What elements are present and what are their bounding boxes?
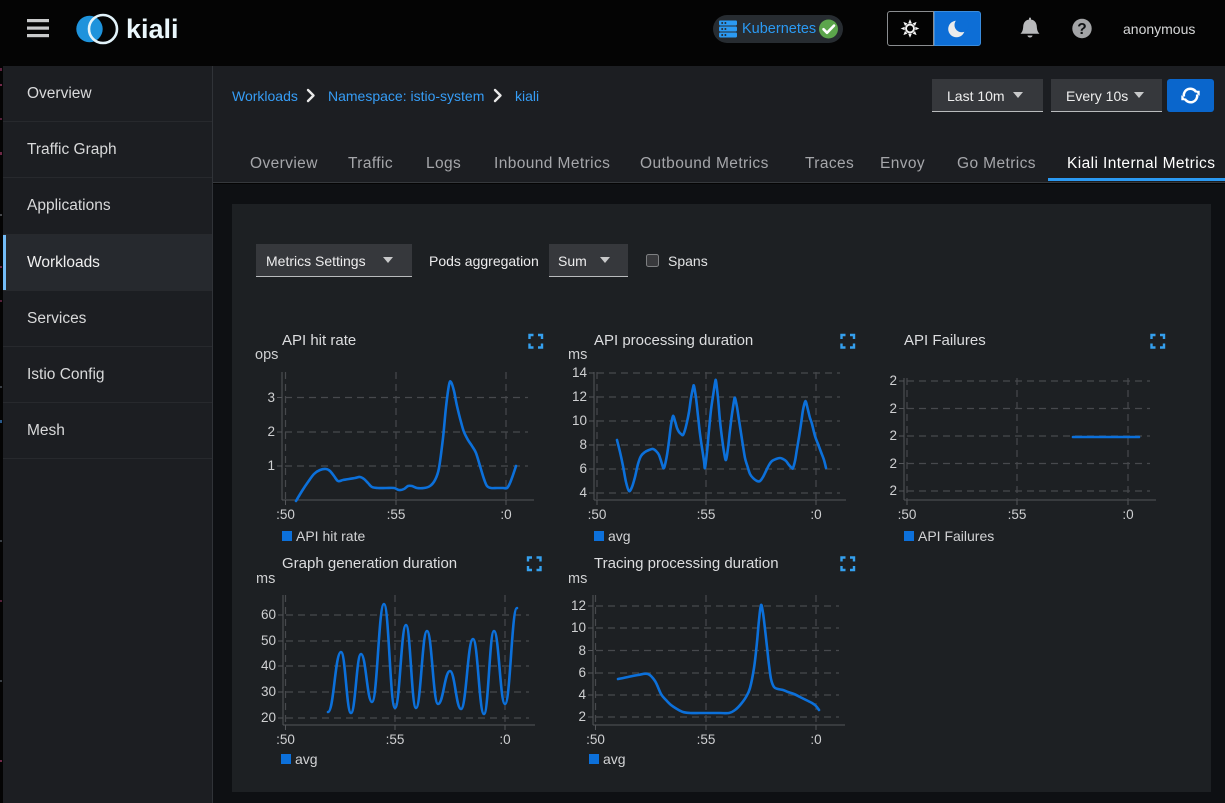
svg-text:?: ? [1077, 21, 1086, 38]
